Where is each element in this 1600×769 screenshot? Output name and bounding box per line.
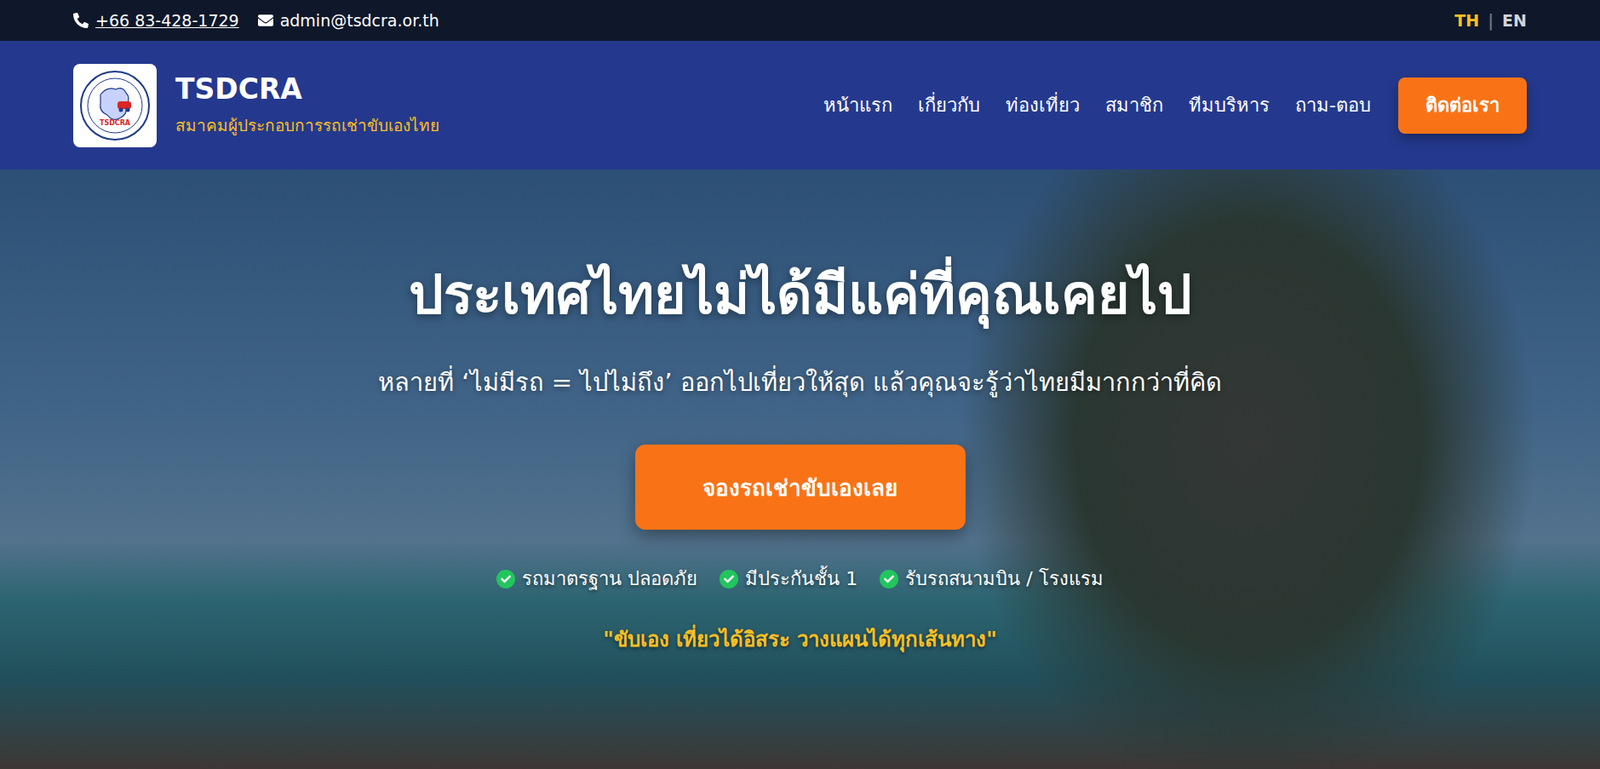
email-link[interactable]: admin@tsdcra.or.th	[258, 11, 440, 30]
feature-item: รับรถสนามบิน / โรงแรม	[879, 563, 1103, 594]
hero-subtitle: หลายที่ ‘ไม่มีรถ = ไปไม่ถึง’ ออกไปเที่ยว…	[378, 362, 1222, 402]
brand[interactable]: TSDCRA TSDCRA สมาคมผู้ประกอบการรถเช่าขับเอ…	[73, 63, 440, 148]
nav-link[interactable]: ถาม-ตอบ	[1295, 90, 1371, 121]
contact-button[interactable]: ติดต่อเรา	[1398, 77, 1527, 134]
hero: ประเทศไทยไม่ได้มีแค่ที่คุณเคยไปหลายที่ ‘…	[0, 169, 1600, 769]
nav-link[interactable]: สมาชิก	[1105, 90, 1164, 121]
association-logo-icon: TSDCRA	[78, 68, 152, 143]
page: +66 83-428-1729 admin@tsdcra.or.th TH | EN TS…	[0, 0, 1600, 769]
nav-link[interactable]: เกี่ยวกับ	[917, 90, 981, 121]
contact-group: +66 83-428-1729 admin@tsdcra.or.th	[73, 11, 440, 30]
hero-title: ประเทศไทยไม่ได้มีแค่ที่คุณเคยไป	[408, 250, 1193, 338]
language-option[interactable]: EN	[1502, 11, 1527, 30]
site-header: TSDCRA TSDCRA สมาคมผู้ประกอบการรถเช่าขับเอ…	[0, 40, 1600, 170]
feature-item: รถมาตรฐาน ปลอดภัย	[496, 563, 698, 594]
top-bar: +66 83-428-1729 admin@tsdcra.or.th TH | EN	[0, 0, 1600, 41]
language-separator: |	[1487, 11, 1494, 30]
nav-link[interactable]: หน้าแรก	[823, 90, 893, 121]
brand-tagline: สมาคมผู้ประกอบการรถเช่าขับเองไทย	[175, 112, 440, 138]
nav-link[interactable]: ท่องเที่ยว	[1005, 90, 1080, 121]
language-switch: TH | EN	[1454, 11, 1527, 30]
language-option[interactable]: TH	[1454, 11, 1480, 30]
phone-link[interactable]: +66 83-428-1729	[73, 11, 240, 30]
feature-list: รถมาตรฐาน ปลอดภัย มีประกันชั้น 1 รับรถสนาม…	[496, 563, 1103, 594]
check-icon	[719, 569, 739, 589]
logo-box[interactable]: TSDCRA	[73, 63, 157, 148]
hero-quote: "ขับเอง เที่ยวได้อิสระ วางแผนได้ทุกเส้นท…	[602, 622, 998, 656]
phone-icon	[73, 12, 89, 29]
feature-item: มีประกันชั้น 1	[719, 563, 858, 594]
brand-name: TSDCRA	[175, 72, 440, 106]
check-icon	[879, 569, 899, 589]
book-button[interactable]: จองรถเช่าขับเองเลย	[635, 444, 966, 530]
main-nav: หน้าแรก เกี่ยวกับ ท่องเที่ยว สมาชิก ทีมบริหา…	[823, 77, 1527, 134]
brand-text: TSDCRA สมาคมผู้ประกอบการรถเช่าขับเองไทย	[175, 72, 440, 138]
svg-text:TSDCRA: TSDCRA	[99, 119, 132, 127]
envelope-icon	[258, 12, 274, 29]
nav-link[interactable]: ทีมบริหาร	[1188, 90, 1270, 121]
check-icon	[496, 569, 516, 589]
